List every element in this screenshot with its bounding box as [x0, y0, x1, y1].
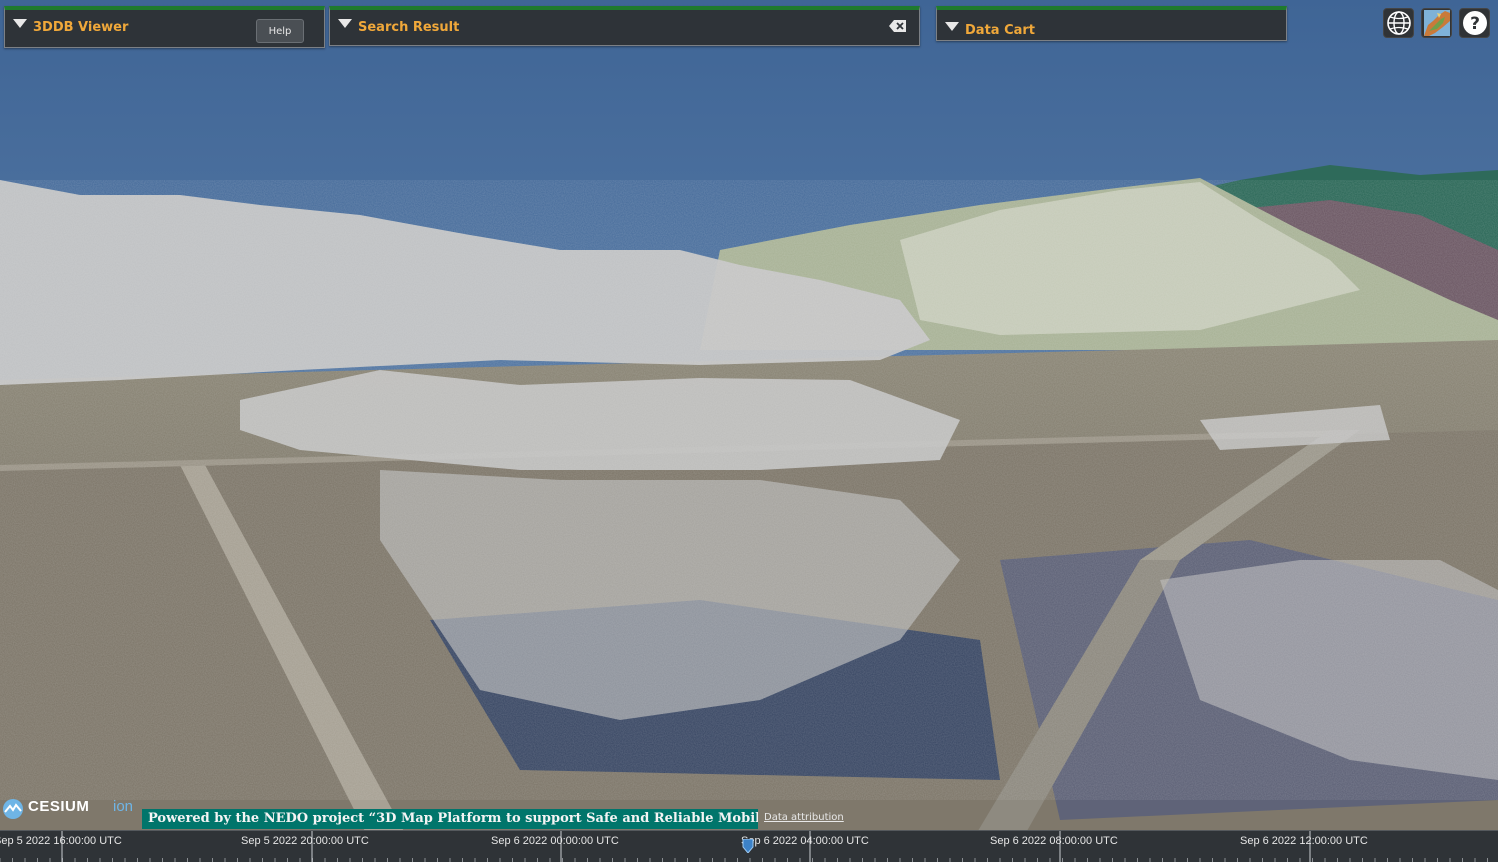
timeline-label: Sep 6 2022 04:00:00 UTC	[741, 835, 869, 847]
collapse-triangle-icon[interactable]	[945, 22, 959, 31]
timeline-label: Sep 6 2022 08:00:00 UTC	[990, 835, 1118, 847]
clear-icon[interactable]	[889, 19, 907, 33]
nedo-credit-banner: Powered by the NEDO project “3D Map Plat…	[142, 809, 758, 829]
svg-text:?: ?	[1470, 14, 1480, 34]
cesium-logo-icon	[3, 799, 23, 819]
data-cart-title: Data Cart	[965, 23, 1036, 38]
globe-icon	[1386, 11, 1411, 35]
viewer-panel-title: 3DDB Viewer	[33, 20, 129, 35]
collapse-triangle-icon[interactable]	[13, 19, 27, 28]
search-result-title: Search Result	[358, 20, 460, 35]
viewer-panel[interactable]: 3DDB Viewer Help	[4, 6, 325, 48]
layers-button[interactable]	[1421, 8, 1452, 38]
cesium-ion-logo[interactable]: CESIUM ion	[2, 797, 138, 821]
data-cart-panel[interactable]: Data Cart	[936, 6, 1287, 41]
collapse-triangle-icon[interactable]	[338, 19, 352, 28]
timeline-label: Sep 6 2022 12:00:00 UTC	[1240, 835, 1368, 847]
ion-wordmark: ion	[113, 798, 134, 815]
timeline-needle-icon[interactable]	[742, 839, 754, 853]
timeline-label: Sep 5 2022 20:00:00 UTC	[241, 835, 369, 847]
map-layer-icon	[1423, 10, 1450, 36]
timeline-label: Sep 5 2022 16:00:00 UTC	[0, 835, 122, 847]
help-button[interactable]: Help	[256, 19, 304, 43]
timeline[interactable]: Sep 5 2022 16:00:00 UTC Sep 5 2022 20:00…	[0, 830, 1498, 862]
map-3d-scene[interactable]	[0, 0, 1498, 861]
data-attribution-link[interactable]: Data attribution	[764, 812, 844, 823]
question-mark-icon: ?	[1462, 11, 1487, 35]
cesium-wordmark: CESIUM	[28, 798, 90, 815]
globe-button[interactable]	[1383, 8, 1414, 38]
timeline-label: Sep 6 2022 00:00:00 UTC	[491, 835, 619, 847]
search-result-panel[interactable]: Search Result	[329, 6, 920, 46]
navigation-help-button[interactable]: ?	[1459, 8, 1490, 38]
